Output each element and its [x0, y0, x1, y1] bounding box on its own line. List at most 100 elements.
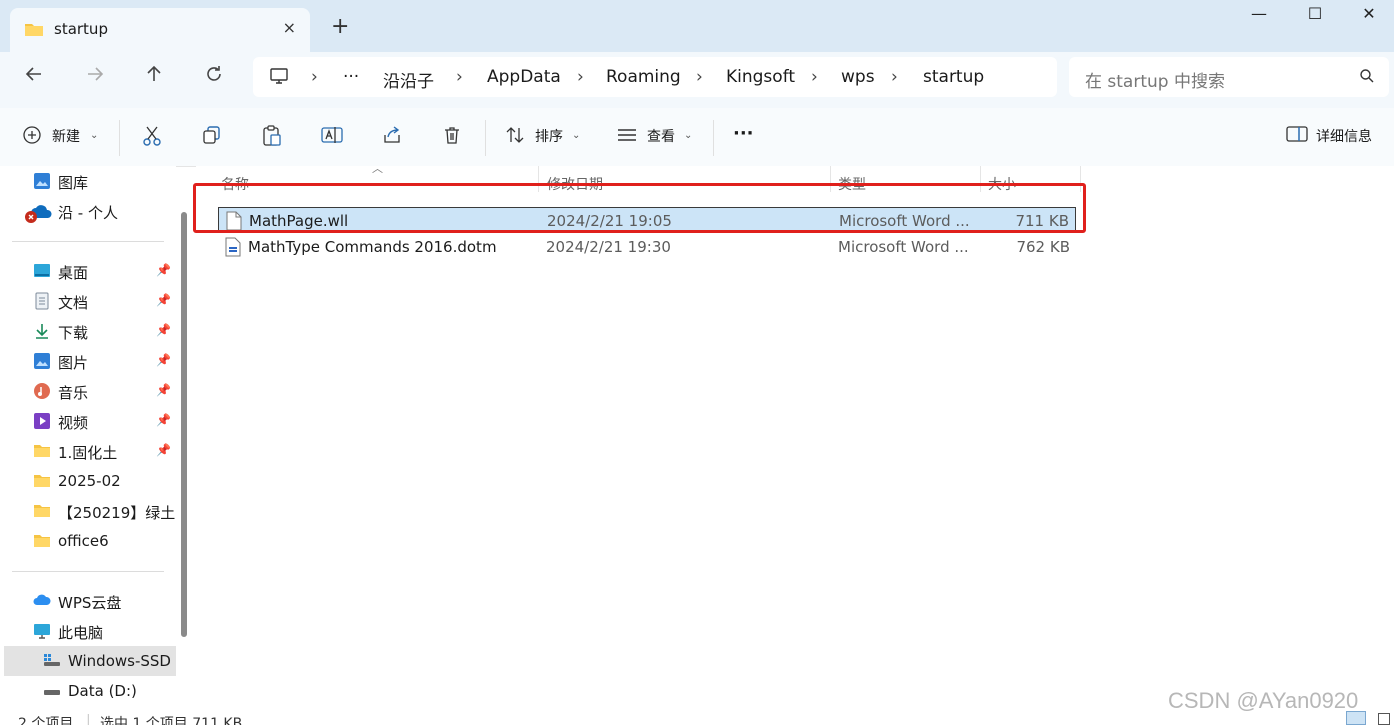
pictures-icon [33, 352, 51, 370]
sidebar-item-this-pc[interactable]: 此电脑 [0, 618, 176, 646]
command-bar: 新建 ⌄ 排序 ⌄ 查看 ⌄ ··· 详细信息 [0, 108, 1394, 167]
music-icon [33, 382, 51, 400]
chevron-right-icon[interactable]: › [891, 67, 898, 87]
copy-icon[interactable] [202, 125, 222, 149]
videos-icon [33, 412, 51, 430]
chevron-down-icon[interactable]: ⌄ [572, 130, 580, 141]
breadcrumb-kingsoft[interactable]: Kingsoft [726, 67, 795, 87]
delete-icon[interactable] [442, 125, 462, 149]
pin-icon[interactable]: 📌 [156, 443, 171, 457]
chevron-right-icon[interactable]: › [456, 67, 463, 87]
sidebar-item-folder-1[interactable]: 1.固化土 📌 [0, 438, 176, 466]
chevron-down-icon[interactable]: ⌄ [90, 130, 98, 141]
breadcrumb-roaming[interactable]: Roaming [606, 67, 681, 87]
divider [713, 120, 714, 156]
divider [12, 571, 164, 572]
sidebar-item-onedrive[interactable]: 沿 - 个人 [0, 198, 176, 226]
close-window-button[interactable]: ✕ [1346, 4, 1392, 28]
search-input[interactable]: 在 startup 中搜索 [1069, 57, 1389, 97]
sort-icon[interactable] [505, 125, 527, 149]
new-tab-button[interactable]: + [331, 14, 349, 39]
chevron-right-icon[interactable]: › [811, 67, 818, 87]
divider [12, 241, 164, 242]
pin-icon[interactable]: 📌 [156, 293, 171, 307]
table-row[interactable]: MathType Commands 2016.dotm 2024/2/21 19… [218, 234, 1076, 260]
file-type: Microsoft Word ... [838, 238, 969, 256]
sidebar-item-folder-4[interactable]: office6 [0, 528, 176, 556]
sidebar-item-videos[interactable]: 视频 📌 [0, 408, 176, 436]
sidebar-item-desktop[interactable]: 桌面 📌 [0, 258, 176, 286]
sidebar-item-documents[interactable]: 文档 📌 [0, 288, 176, 316]
tab-startup[interactable]: startup × [10, 8, 310, 52]
plus-circle-icon[interactable] [22, 125, 42, 149]
folder-icon [33, 532, 51, 550]
paste-icon[interactable] [262, 125, 282, 151]
sidebar-item-label: Windows-SSD [68, 652, 171, 670]
file-list: ︿ 名称 修改日期 类型 大小 MathPage.wll 2024/2/21 1… [196, 162, 1394, 711]
maximize-button[interactable]: ☐ [1292, 4, 1338, 28]
documents-icon [33, 292, 51, 310]
view-icon[interactable] [616, 125, 638, 149]
forward-arrow-icon[interactable] [85, 64, 105, 89]
sidebar-item-downloads[interactable]: 下载 📌 [0, 318, 176, 346]
breadcrumb-startup[interactable]: startup [923, 67, 984, 87]
title-bar: startup × + — ☐ ✕ [0, 0, 1394, 52]
details-button[interactable]: 详细信息 [1316, 126, 1372, 146]
pin-icon[interactable]: 📌 [156, 353, 171, 367]
address-bar[interactable]: › ··· 沿沿子 › AppData › Roaming › Kingsoft… [253, 57, 1057, 97]
navigation-pane: 图库 沿 - 个人 桌面 📌 文档 📌 下载 📌 图片 📌 音乐 📌 视频 📌 … [0, 166, 176, 711]
onedrive-error-icon [24, 202, 54, 223]
breadcrumb-user[interactable]: 沿沿子 [383, 67, 434, 92]
file-name: MathType Commands 2016.dotm [248, 238, 497, 256]
sidebar-item-gallery[interactable]: 图库 [0, 168, 176, 196]
breadcrumb-wps[interactable]: wps [841, 67, 875, 87]
cut-icon[interactable] [142, 125, 162, 151]
divider [485, 120, 486, 156]
computer-icon[interactable] [269, 67, 289, 89]
cloud-icon [33, 592, 51, 610]
download-icon [33, 322, 51, 340]
item-count: 2 个项目 [18, 716, 74, 725]
sort-button[interactable]: 排序 [535, 126, 563, 146]
chevron-right-icon[interactable]: › [696, 67, 703, 87]
breadcrumb-appdata[interactable]: AppData [487, 67, 561, 87]
search-icon[interactable] [1359, 68, 1375, 88]
sidebar-item-music[interactable]: 音乐 📌 [0, 378, 176, 406]
sidebar-scrollbar[interactable] [181, 212, 187, 637]
breadcrumb-overflow[interactable]: ··· [343, 67, 359, 87]
navigation-bar: › ··· 沿沿子 › AppData › Roaming › Kingsoft… [0, 52, 1394, 108]
pin-icon[interactable]: 📌 [156, 383, 171, 397]
chevron-down-icon[interactable]: ⌄ [684, 130, 692, 141]
view-button[interactable]: 查看 [647, 126, 675, 146]
chevron-right-icon[interactable]: › [311, 67, 318, 87]
up-arrow-icon[interactable] [144, 64, 164, 89]
minimize-button[interactable]: — [1236, 4, 1282, 28]
sidebar-item-wps-cloud[interactable]: WPS云盘 [0, 588, 176, 616]
tiles-view-icon[interactable] [1378, 713, 1390, 725]
back-arrow-icon[interactable] [24, 64, 44, 89]
search-placeholder: 在 startup 中搜索 [1085, 72, 1225, 92]
sidebar-item-folder-2[interactable]: 2025-02 [0, 468, 176, 496]
rename-icon[interactable] [321, 125, 343, 149]
more-options-button[interactable]: ··· [733, 123, 754, 144]
chevron-right-icon[interactable]: › [577, 67, 584, 87]
pin-icon[interactable]: 📌 [156, 323, 171, 337]
sidebar-item-label: 图库 [58, 174, 89, 192]
sidebar-item-windows-ssd[interactable]: Windows-SSD [4, 646, 176, 676]
pin-icon[interactable]: 📌 [156, 263, 171, 277]
share-icon[interactable] [382, 125, 402, 149]
close-tab-icon[interactable]: × [283, 18, 296, 37]
details-pane-icon[interactable] [1286, 125, 1308, 147]
sidebar-item-label: 视频 [58, 414, 89, 432]
tab-title: startup [54, 20, 108, 38]
word-template-icon [225, 237, 241, 261]
sidebar-item-pictures[interactable]: 图片 📌 [0, 348, 176, 376]
sidebar-item-label: 【250219】绿土 [58, 504, 176, 522]
refresh-icon[interactable] [204, 64, 224, 89]
pin-icon[interactable]: 📌 [156, 413, 171, 427]
sidebar-item-folder-3[interactable]: 【250219】绿土 [0, 498, 176, 526]
sidebar-item-data-drive[interactable]: Data (D:) [0, 678, 176, 706]
computer-icon [33, 622, 51, 640]
desktop-icon [33, 262, 51, 280]
new-button[interactable]: 新建 [52, 126, 80, 146]
